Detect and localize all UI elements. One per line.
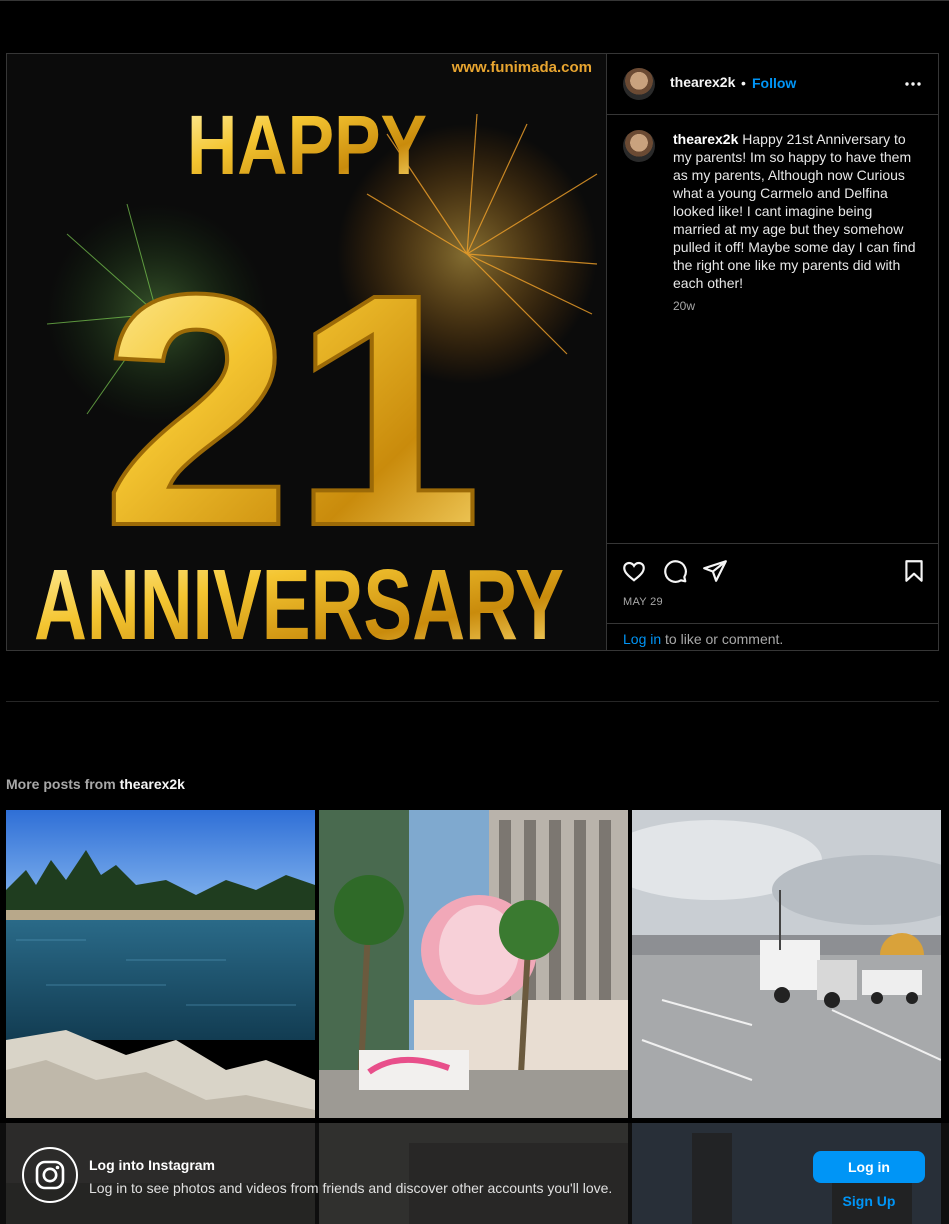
section-divider xyxy=(6,701,939,702)
instagram-logo-icon xyxy=(22,1147,78,1203)
sign-up-link[interactable]: Sign Up xyxy=(813,1193,925,1213)
anniversary-text: ANNIVERSARY xyxy=(34,549,564,650)
more-posts-prefix: More posts from xyxy=(6,776,120,792)
login-to-comment: Log in to like or comment. xyxy=(607,623,939,651)
caption-avatar[interactable] xyxy=(623,130,655,162)
heart-icon[interactable] xyxy=(621,558,647,584)
post-age: 20w xyxy=(673,299,696,313)
follow-button[interactable]: Follow xyxy=(752,75,796,91)
login-link[interactable]: Log in xyxy=(623,631,661,647)
top-divider xyxy=(0,0,949,1)
banner-subtitle: Log in to see photos and videos from fri… xyxy=(89,1180,613,1196)
avatar[interactable] xyxy=(623,68,655,100)
banner-title: Log into Instagram xyxy=(89,1157,215,1173)
login-suffix: to like or comment. xyxy=(661,631,784,647)
happy-text: HAPPY xyxy=(187,98,427,192)
post-actions: MAY 29 xyxy=(607,543,939,624)
login-banner: Log into Instagram Log in to see photos … xyxy=(0,1123,949,1224)
separator-dot: • xyxy=(741,75,746,91)
more-options-icon[interactable] xyxy=(903,74,923,94)
post-thumbnail-truck[interactable] xyxy=(632,810,941,1118)
caption-username[interactable]: thearex2k xyxy=(673,131,738,147)
post-sidebar: thearex2k • Follow thearex2k Happy 21st … xyxy=(606,54,939,650)
post-header: thearex2k • Follow xyxy=(607,54,939,115)
number-21-text: 21 xyxy=(102,225,482,594)
username-link[interactable]: thearex2k xyxy=(670,74,735,90)
save-bookmark-icon[interactable] xyxy=(901,558,927,584)
caption-text: Happy 21st Anniversary to my parents! Im… xyxy=(673,131,916,291)
post-thumbnail-flamingo[interactable] xyxy=(319,810,628,1118)
post-caption: thearex2k Happy 21st Anniversary to my p… xyxy=(673,130,919,292)
watermark-text: www.funimada.com xyxy=(451,59,592,76)
share-icon[interactable] xyxy=(702,558,728,584)
more-posts-heading: More posts from thearex2k xyxy=(6,776,185,792)
log-in-button[interactable]: Log in xyxy=(813,1151,925,1183)
comment-icon[interactable] xyxy=(662,558,688,584)
anniversary-graphic: www.funimada.com HAPPY 21 ANNIVERSARY xyxy=(7,54,606,650)
post-card: www.funimada.com HAPPY 21 ANNIVERSARY th… xyxy=(6,53,939,651)
more-posts-username[interactable]: thearex2k xyxy=(120,776,185,792)
post-thumbnail-lake[interactable] xyxy=(6,810,315,1118)
post-image[interactable]: www.funimada.com HAPPY 21 ANNIVERSARY xyxy=(7,54,606,650)
post-date: MAY 29 xyxy=(623,596,663,608)
